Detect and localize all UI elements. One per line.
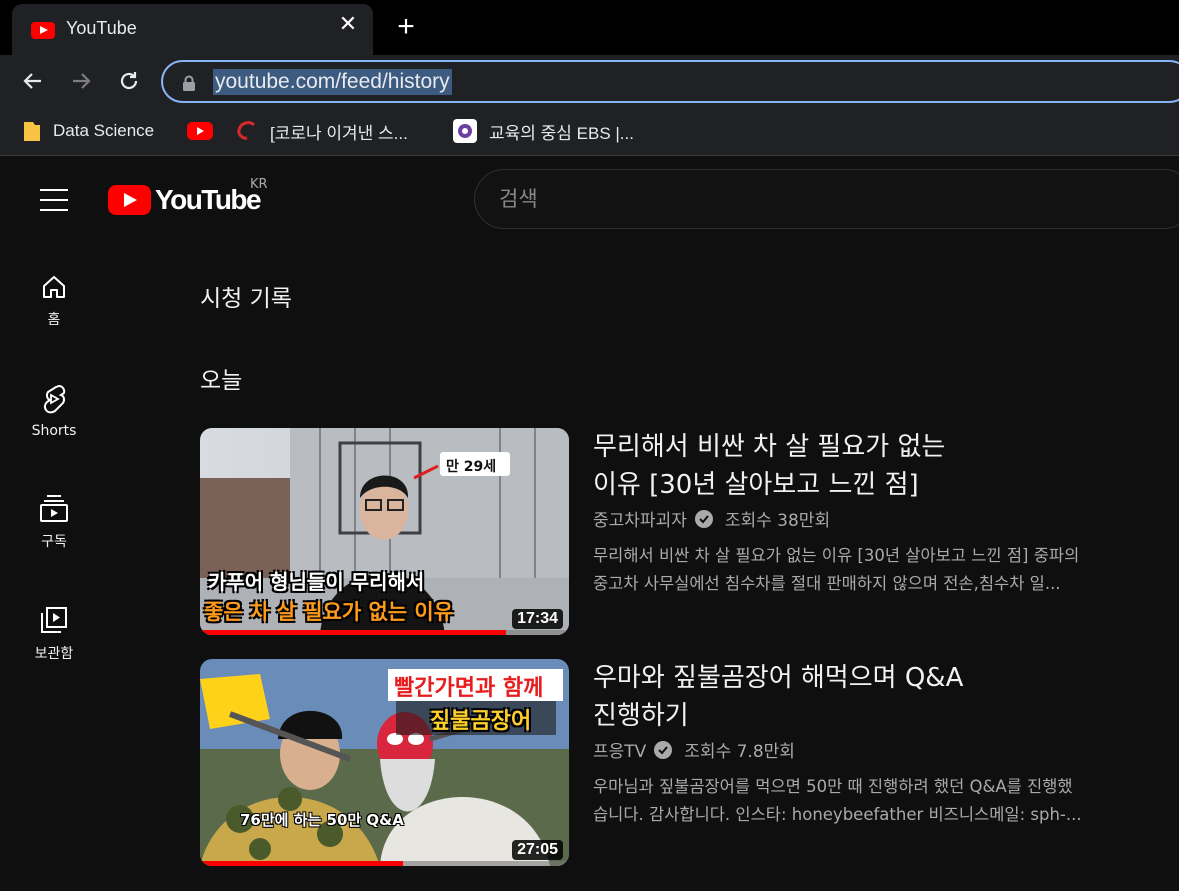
browser-tab-bar: YouTube ✕ +	[0, 0, 1179, 55]
region-code: KR	[250, 177, 268, 192]
thumbnail-caption: 짚불곰장어	[430, 709, 532, 734]
video-duration: 17:34	[512, 609, 563, 629]
channel-name[interactable]: 프응TV	[593, 737, 646, 762]
thumbnail-caption: 카푸어 형님들이 무리해서	[208, 570, 425, 594]
bookmark-corona[interactable]: [코로나 이겨낸 스...	[236, 119, 408, 143]
video-duration: 27:05	[512, 840, 563, 860]
view-count: 조회수 7.8만회	[684, 742, 795, 762]
folder-icon	[24, 122, 40, 141]
page-title: 시청 기록	[200, 286, 292, 312]
youtube-play-logo-icon	[108, 185, 151, 215]
sidebar-item-label: 구독	[41, 534, 67, 550]
library-icon	[41, 607, 67, 633]
watch-progress-bar	[200, 861, 569, 866]
video-thumbnail[interactable]: 만 29세 카푸어 형님들이 무리해서 좋은 차 살 필요가 없는 이유 17:…	[200, 428, 569, 635]
thumbnail-caption: 빨간가면과 함께	[394, 676, 544, 701]
bookmark-youtube[interactable]	[187, 119, 225, 143]
video-description: 무리해서 비싼 차 살 필요가 없는 이유 [30년 살아보고 느낀 점] 중파…	[593, 542, 1153, 598]
bookmark-label: [코로나 이겨낸 스...	[270, 123, 408, 143]
channel-name[interactable]: 중고차파괴자	[593, 506, 687, 531]
red-swirl-icon	[237, 121, 256, 140]
back-arrow-icon	[23, 73, 41, 89]
video-meta: 중고차파괴자 조회수 38만회	[593, 506, 830, 531]
hamburger-menu-icon[interactable]	[40, 189, 68, 211]
video-title-line[interactable]: 우마와 짚불곰장어 해먹으며 Q&A	[593, 659, 1033, 697]
mini-sidebar: 홈 Shorts 구독 보관함	[0, 243, 108, 891]
logo-text: YouTube	[155, 184, 262, 215]
sidebar-item-home[interactable]: 홈	[0, 273, 108, 363]
video-item[interactable]: 빨간가면과 함께 짚불곰장어 76만에 하는 50만 Q&A 27:05 우마와…	[200, 659, 1179, 869]
description-line: 우마님과 짚불곰장어를 먹으면 50만 때 진행하려 했던 Q&A를 진행했	[593, 777, 1073, 796]
bookmark-label: 교육의 중심 EBS |...	[489, 123, 634, 143]
url-text[interactable]: youtube.com/feed/history	[213, 69, 452, 95]
new-tab-button[interactable]: +	[392, 12, 420, 42]
video-thumbnail[interactable]: 빨간가면과 함께 짚불곰장어 76만에 하는 50만 Q&A 27:05	[200, 659, 569, 866]
video-title[interactable]: 우마와 짚불곰장어 해먹으며 Q&A 진행하기	[593, 659, 1033, 735]
video-title[interactable]: 무리해서 비싼 차 살 필요가 없는 이유 [30년 살아보고 느낀 점]	[593, 428, 1033, 504]
search-input[interactable]	[499, 184, 1149, 214]
forward-button[interactable]	[65, 65, 97, 97]
description-line: 중고차 사무실에선 침수차를 절대 판매하지 않으며 전손,침수차 일...	[593, 574, 1061, 593]
video-item[interactable]: 만 29세 카푸어 형님들이 무리해서 좋은 차 살 필요가 없는 이유 17:…	[200, 428, 1179, 638]
reload-icon	[120, 72, 138, 90]
sidebar-item-label: 보관함	[34, 646, 74, 662]
watch-progress-fill	[200, 630, 507, 635]
youtube-favicon-icon	[31, 22, 55, 39]
video-title-line[interactable]: 이유 [30년 살아보고 느낀 점]	[593, 466, 1033, 504]
back-button[interactable]	[17, 65, 49, 97]
thumbnail-tag: 만 29세	[446, 459, 497, 475]
forward-arrow-icon	[73, 73, 91, 89]
thumbnail-caption: 76만에 하는 50만 Q&A	[240, 811, 404, 829]
youtube-icon	[187, 122, 213, 140]
reload-button[interactable]	[113, 65, 145, 97]
ebs-icon	[453, 119, 477, 143]
sidebar-item-subscriptions[interactable]: 구독	[0, 493, 108, 583]
description-line: 습니다. 감사합니다. 인스타: honeybeefather 비즈니스메일: …	[593, 805, 1082, 824]
sidebar-item-label: 홈	[47, 312, 61, 328]
bookmark-label: Data Science	[53, 121, 155, 140]
bookmark-ebs[interactable]: 교육의 중심 EBS |...	[453, 119, 634, 143]
bookmark-data-science[interactable]: Data Science	[23, 119, 154, 143]
address-bar[interactable]: youtube.com/feed/history	[161, 60, 1179, 103]
verified-check-icon	[654, 740, 673, 759]
thumbnail-caption: 좋은 차 살 필요가 없는 이유	[204, 600, 454, 624]
sidebar-item-shorts[interactable]: Shorts	[0, 383, 108, 473]
view-count: 조회수 38만회	[724, 511, 831, 531]
lock-icon[interactable]	[182, 75, 196, 91]
search-box[interactable]	[474, 169, 1179, 229]
youtube-logo[interactable]: YouTube	[108, 184, 262, 216]
section-title-today: 오늘	[200, 368, 243, 394]
video-description: 우마님과 짚불곰장어를 먹으면 50만 때 진행하려 했던 Q&A를 진행했 습…	[593, 773, 1153, 829]
subscriptions-icon	[40, 495, 68, 522]
home-icon	[43, 276, 65, 298]
watch-progress-bar	[200, 630, 569, 635]
video-title-line[interactable]: 진행하기	[593, 697, 1033, 735]
description-line: 무리해서 비싼 차 살 필요가 없는 이유 [30년 살아보고 느낀 점] 중파…	[593, 546, 1080, 565]
youtube-header: YouTube KR	[0, 157, 1179, 243]
video-meta: 프응TV 조회수 7.8만회	[593, 737, 795, 762]
video-title-line[interactable]: 무리해서 비싼 차 살 필요가 없는	[593, 428, 1033, 466]
watch-progress-fill	[200, 861, 403, 866]
browser-tab[interactable]: YouTube ✕	[12, 4, 373, 55]
browser-toolbar: youtube.com/feed/history	[0, 55, 1179, 107]
bookmarks-bar: Data Science [코로나 이겨낸 스... 교육의 중심 EBS |.…	[0, 107, 1179, 156]
tab-close-icon[interactable]: ✕	[336, 13, 360, 37]
tab-title: YouTube	[66, 18, 137, 38]
sidebar-item-library[interactable]: 보관함	[0, 605, 108, 695]
shorts-icon	[43, 384, 66, 414]
verified-check-icon	[694, 509, 713, 528]
sidebar-item-label: Shorts	[31, 423, 77, 439]
